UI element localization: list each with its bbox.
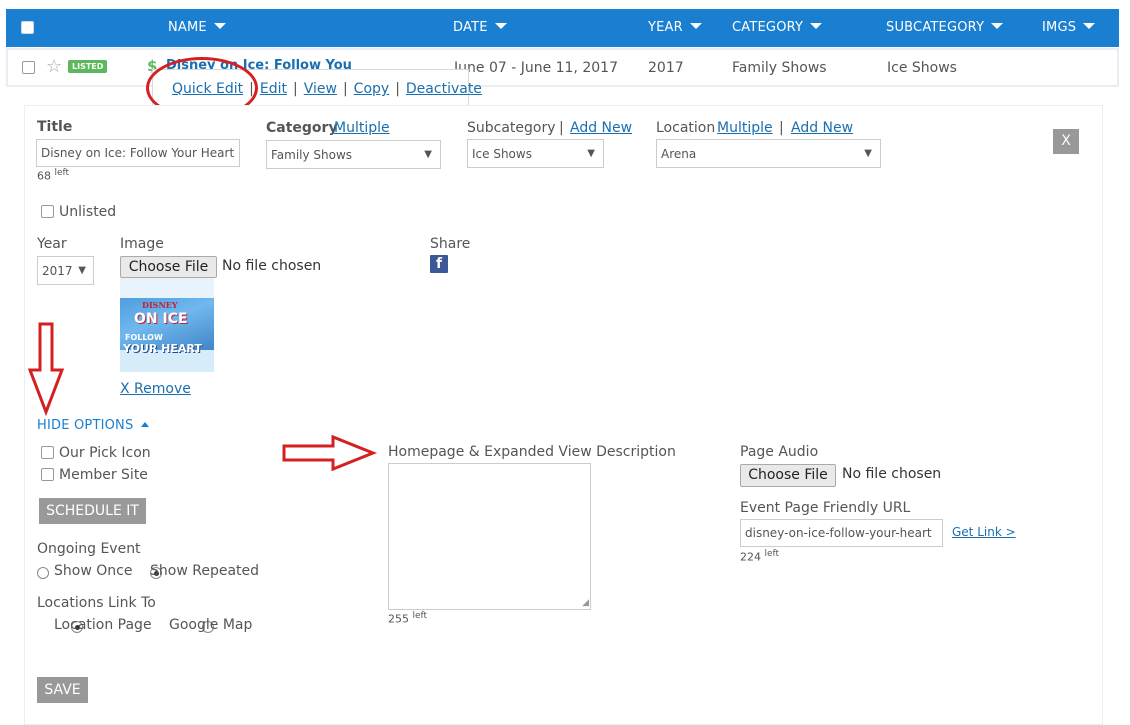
page-audio-label: Page Audio [740, 444, 819, 460]
listed-badge: LISTED [68, 60, 108, 73]
ongoing-event-label: Ongoing Event [37, 541, 141, 557]
locations-link-label: Locations Link To [37, 595, 156, 611]
sort-imgs[interactable]: IMGS [1042, 9, 1096, 47]
sort-subcategory[interactable]: SUBCATEGORY [886, 9, 1004, 47]
category-label: Category [266, 120, 338, 136]
category-multiple-link[interactable]: Multiple [334, 120, 390, 136]
event-image-thumbnail: DISNEY ON ICE FOLLOW YOUR HEART [120, 278, 214, 372]
star-icon[interactable]: ☆ [46, 56, 62, 77]
caret-down-icon [810, 23, 823, 29]
location-multiple-link[interactable]: Multiple [717, 120, 773, 136]
image-label: Image [120, 236, 164, 252]
close-button[interactable]: X [1053, 129, 1079, 154]
table-header: NAME DATE YEAR CATEGORY SUBCATEGORY IMGS [6, 9, 1119, 47]
chevron-down-icon: ▼ [864, 148, 872, 159]
facebook-share-icon[interactable]: f [430, 255, 448, 273]
hide-options-toggle[interactable]: HIDE OPTIONS [37, 418, 150, 433]
year-select[interactable]: 2017 ▼ [37, 256, 94, 285]
our-pick-checkbox[interactable] [41, 446, 54, 459]
sort-year[interactable]: YEAR [648, 9, 702, 47]
save-button[interactable]: SAVE [37, 677, 88, 703]
description-textarea[interactable]: ◢ [388, 463, 591, 610]
sort-category[interactable]: CATEGORY [732, 9, 823, 47]
location-select[interactable]: Arena ▼ [656, 139, 881, 168]
caret-down-icon [689, 23, 702, 29]
row-subcategory: Ice Shows [887, 60, 957, 76]
show-once-radio[interactable] [37, 567, 49, 579]
title-label: Title [37, 119, 73, 135]
share-label: Share [430, 236, 471, 252]
show-once-label: Show Once [54, 563, 133, 579]
row-date: June 07 - June 11, 2017 [454, 60, 618, 76]
resize-handle-icon[interactable]: ◢ [582, 599, 589, 608]
subcategory-select[interactable]: Ice Shows ▼ [467, 139, 604, 168]
url-chars-left: 224 left [740, 549, 780, 564]
friendly-url-label: Event Page Friendly URL [740, 500, 911, 516]
title-chars-left: 68 left [37, 168, 70, 183]
audio-no-file-text: No file chosen [842, 466, 942, 482]
unlisted-label: Unlisted [59, 204, 117, 220]
member-site-checkbox[interactable] [41, 468, 54, 481]
subcategory-add-new-link[interactable]: Add New [570, 120, 632, 136]
image-choose-file-button[interactable]: Choose File [120, 256, 217, 278]
location-add-new-link[interactable]: Add New [791, 120, 853, 136]
select-all-checkbox[interactable] [21, 21, 34, 34]
caret-down-icon [1083, 23, 1096, 29]
caret-up-icon [141, 422, 150, 427]
row-year: 2017 [648, 60, 684, 76]
our-pick-label: Our Pick Icon [59, 445, 151, 461]
chevron-down-icon: ▼ [78, 265, 86, 276]
annotation-arrow-right-icon [282, 434, 377, 472]
show-repeated-label: Show Repeated [150, 563, 260, 579]
row-category: Family Shows [732, 60, 827, 76]
category-select[interactable]: Family Shows ▼ [266, 140, 441, 169]
sort-date[interactable]: DATE [453, 9, 507, 47]
quick-edit-link[interactable]: Quick Edit [172, 81, 243, 97]
remove-image-link[interactable]: X Remove [120, 381, 191, 397]
view-link[interactable]: View [304, 81, 337, 97]
caret-down-icon [213, 23, 226, 29]
copy-link[interactable]: Copy [354, 81, 390, 97]
deactivate-link[interactable]: Deactivate [406, 81, 482, 97]
get-link-link[interactable]: Get Link > [952, 525, 1016, 539]
description-chars-left: 255 left [388, 611, 428, 626]
caret-down-icon [991, 23, 1004, 29]
annotation-arrow-down-icon [28, 322, 65, 416]
year-label: Year [37, 236, 67, 252]
chevron-down-icon: ▼ [424, 149, 432, 160]
location-page-label: Location Page [54, 617, 152, 633]
audio-choose-file-button[interactable]: Choose File [740, 464, 836, 487]
member-site-label: Member Site [59, 467, 148, 483]
friendly-url-input[interactable]: disney-on-ice-follow-your-heart [740, 519, 943, 547]
subcategory-label: Subcategory [467, 120, 556, 136]
description-label: Homepage & Expanded View Description [388, 444, 676, 460]
caret-down-icon [494, 23, 507, 29]
google-map-label: Google Map [169, 617, 253, 633]
image-no-file-text: No file chosen [222, 258, 322, 274]
row-checkbox[interactable] [22, 61, 35, 74]
title-input[interactable]: Disney on Ice: Follow Your Heart [36, 139, 240, 167]
sort-name[interactable]: NAME [168, 9, 226, 47]
unlisted-checkbox[interactable] [41, 205, 54, 218]
schedule-it-button[interactable]: SCHEDULE IT [39, 498, 146, 524]
edit-link[interactable]: Edit [260, 81, 287, 97]
location-label: Location [656, 120, 716, 136]
chevron-down-icon: ▼ [587, 148, 595, 159]
